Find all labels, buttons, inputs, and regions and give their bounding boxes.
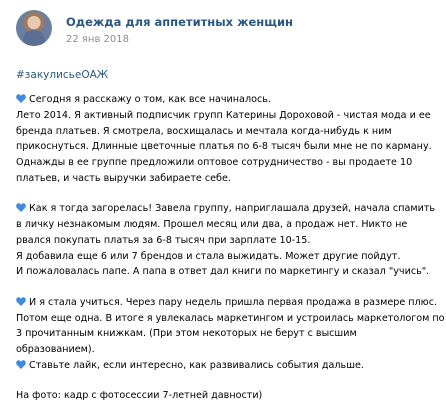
blue-heart-icon — [16, 360, 26, 369]
hashtag-link[interactable]: #закулисьеОАЖ — [16, 69, 108, 81]
blue-heart-icon — [16, 203, 26, 213]
group-name-link[interactable]: Одежда для аппетитных женщин — [66, 15, 293, 29]
text-line: Я добавила еще 6 или 7 брендов и стала в… — [16, 250, 401, 262]
text-line: Как я тогда загорелась! Завела группу, н… — [16, 201, 436, 217]
text-line: На фото: кадр с фотосессии 7-летней давн… — [16, 390, 263, 402]
post-text: Сегодня я расскажу о том, как все начина… — [16, 92, 445, 404]
text-line: Лето 2014. Я активный подписчик групп Ка… — [16, 109, 431, 121]
text-line: Сегодня я расскажу о том, как все начина… — [16, 92, 436, 108]
text-line: в личку незнакомым людям. Прошел месяц и… — [16, 219, 408, 231]
text-line: образованием). — [16, 344, 95, 356]
text-line: платьев, и часть выручки забираете себе. — [16, 172, 231, 184]
text-line: бренда платьев. Я смотрела, восхищалась … — [16, 125, 392, 137]
text-line: прикоснуться. Длинные цветочные платья п… — [16, 141, 432, 153]
blue-heart-icon — [16, 296, 26, 306]
text-line: рвался покупать платья за 6-8 тысяч при … — [16, 234, 311, 246]
group-avatar[interactable] — [16, 10, 52, 46]
text-line: Потом еще одна. В итоге я увлекалась мар… — [16, 312, 445, 324]
post-date[interactable]: 22 янв 2018 — [66, 34, 129, 45]
wall-post: Одежда для аппетитных женщин 22 янв 2018… — [0, 0, 446, 407]
text-line: И я стала учиться. Через пару недель при… — [16, 295, 437, 311]
text-line: Однажды в ее группе предложили оптовое с… — [16, 157, 413, 169]
text-line: 3 прочитанным книжкам. (При этом некотор… — [16, 328, 357, 340]
blue-heart-icon — [16, 94, 26, 103]
text-line: Ставьте лайк, если интересно, как развив… — [16, 358, 436, 374]
text-line: И пожаловалась папе. А папа в ответ дал … — [16, 266, 430, 278]
